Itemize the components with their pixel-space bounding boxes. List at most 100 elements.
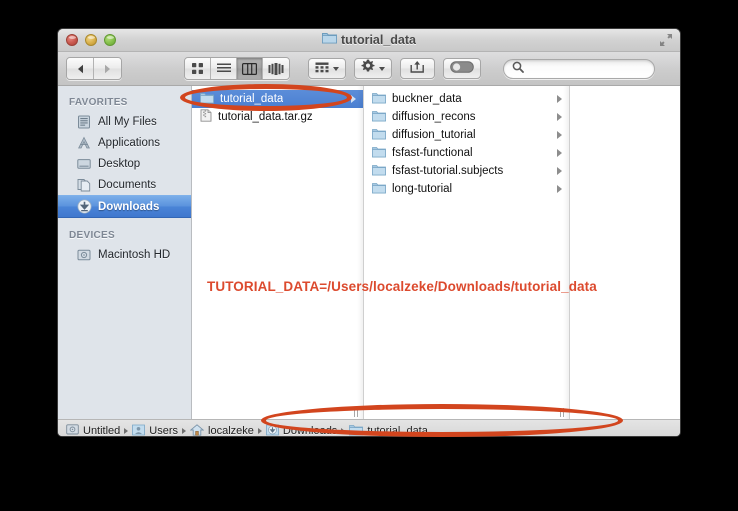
coverflow-view-button[interactable] bbox=[263, 58, 289, 79]
column-resize-handle[interactable] bbox=[354, 408, 361, 417]
sidebar-item-downloads[interactable]: Downloads bbox=[58, 195, 191, 218]
chevron-right-icon bbox=[557, 131, 562, 139]
hard-disk-icon bbox=[66, 423, 79, 436]
breadcrumb-localzeke[interactable]: localzeke bbox=[189, 423, 254, 437]
sidebar-item-applications[interactable]: Applications bbox=[58, 132, 191, 153]
sidebar-item-macintosh-hd[interactable]: Macintosh HD bbox=[58, 244, 191, 265]
chevron-right-icon bbox=[557, 95, 562, 103]
window-titlebar[interactable]: tutorial_data bbox=[58, 29, 680, 52]
window-title: tutorial_data bbox=[58, 29, 680, 51]
path-bar: Untitled Users localzeke Downloads tutor… bbox=[58, 419, 680, 437]
edit-tags-toggle-icon bbox=[450, 60, 474, 78]
folder-icon bbox=[372, 128, 386, 143]
breadcrumb-separator-icon bbox=[257, 428, 262, 434]
hard-disk-icon bbox=[76, 247, 92, 263]
breadcrumb-separator-icon bbox=[341, 428, 346, 434]
file-row-label: buckner_data bbox=[392, 93, 462, 105]
column-view-button[interactable] bbox=[237, 58, 263, 79]
breadcrumb-label: Untitled bbox=[83, 425, 121, 437]
breadcrumb-label: tutorial_data bbox=[367, 425, 428, 437]
view-mode-segmented-control bbox=[184, 57, 290, 80]
breadcrumb-tutorial-data[interactable]: tutorial_data bbox=[349, 424, 428, 437]
chevron-right-icon bbox=[557, 167, 562, 175]
sidebar-section-header-devices: DEVICES bbox=[69, 230, 116, 241]
sidebar: FAVORITES All My Files Applications Desk… bbox=[58, 86, 192, 419]
folder-icon bbox=[200, 92, 214, 107]
sidebar-item-desktop[interactable]: Desktop bbox=[58, 153, 191, 174]
desktop-icon bbox=[76, 156, 92, 172]
file-row-long-tutorial[interactable]: long-tutorial bbox=[364, 180, 569, 198]
breadcrumb-downloads[interactable]: Downloads bbox=[265, 424, 338, 437]
arrange-grid-icon bbox=[315, 60, 329, 78]
icon-view-button[interactable] bbox=[185, 58, 211, 79]
sidebar-item-label: All My Files bbox=[98, 115, 157, 128]
sidebar-item-label: Documents bbox=[98, 178, 157, 191]
window-title-text: tutorial_data bbox=[340, 33, 416, 47]
breadcrumb-label: Users bbox=[149, 425, 179, 437]
column-divider-shadow bbox=[357, 86, 363, 419]
folder-icon bbox=[372, 164, 386, 179]
all-my-files-icon bbox=[76, 114, 92, 130]
users-folder-icon bbox=[132, 424, 146, 437]
folder-icon bbox=[349, 424, 364, 437]
folder-icon bbox=[372, 92, 386, 107]
sidebar-section-header-favorites: FAVORITES bbox=[69, 97, 128, 108]
file-row-fsfast-tutorial-subjects[interactable]: fsfast-tutorial.subjects bbox=[364, 162, 569, 180]
sidebar-item-label: Macintosh HD bbox=[98, 248, 171, 261]
search-field[interactable] bbox=[503, 58, 655, 79]
chevron-down-icon bbox=[379, 66, 385, 71]
column-preview bbox=[570, 86, 680, 419]
arrange-button[interactable] bbox=[308, 58, 346, 79]
file-row-label: diffusion_tutorial bbox=[392, 129, 476, 141]
file-row-label: fsfast-functional bbox=[392, 147, 473, 159]
documents-icon bbox=[76, 177, 92, 193]
file-row-tutorial-data-tar-gz[interactable]: tutorial_data.tar.gz bbox=[192, 108, 363, 126]
file-row-diffusion-tutorial[interactable]: diffusion_tutorial bbox=[364, 126, 569, 144]
chevron-right-icon bbox=[557, 185, 562, 193]
breadcrumb-users[interactable]: Users bbox=[132, 424, 179, 437]
search-icon bbox=[512, 60, 524, 78]
forward-button[interactable] bbox=[94, 58, 121, 79]
breadcrumb-untitled[interactable]: Untitled bbox=[66, 423, 121, 437]
column-resize-handle[interactable] bbox=[560, 408, 567, 417]
sidebar-item-label: Applications bbox=[98, 136, 161, 149]
search-input[interactable] bbox=[524, 62, 646, 75]
folder-icon bbox=[372, 146, 386, 161]
screenshot-root: tutorial_data FAVORITES All My Files App… bbox=[0, 0, 738, 511]
home-folder-icon bbox=[189, 423, 205, 437]
chevron-right-icon bbox=[557, 113, 562, 121]
sidebar-item-all-my-files[interactable]: All My Files bbox=[58, 111, 191, 132]
column-tutorial-data: buckner_data diffusion_recons diffusion_… bbox=[364, 86, 570, 419]
share-button[interactable] bbox=[400, 58, 435, 79]
file-row-label: tutorial_data bbox=[220, 93, 284, 105]
finder-toolbar bbox=[58, 52, 680, 86]
list-view-button[interactable] bbox=[211, 58, 237, 79]
folder-icon bbox=[372, 182, 386, 197]
edit-tags-button[interactable] bbox=[443, 58, 481, 79]
file-row-label: diffusion_recons bbox=[392, 111, 476, 123]
file-row-label: long-tutorial bbox=[392, 183, 453, 195]
sidebar-item-label: Desktop bbox=[98, 157, 141, 170]
column-view: tutorial_data tutorial_data.tar.gz buckn… bbox=[192, 86, 680, 419]
folder-icon bbox=[321, 31, 337, 49]
file-row-label: fsfast-tutorial.subjects bbox=[392, 165, 504, 177]
folder-icon bbox=[372, 110, 386, 125]
finder-window: tutorial_data FAVORITES All My Files App… bbox=[57, 28, 681, 437]
applications-icon bbox=[76, 135, 92, 151]
file-row-fsfast-functional[interactable]: fsfast-functional bbox=[364, 144, 569, 162]
sidebar-item-documents[interactable]: Documents bbox=[58, 174, 191, 195]
file-row-tutorial-data[interactable]: tutorial_data bbox=[192, 90, 363, 108]
file-row-label: tutorial_data.tar.gz bbox=[218, 111, 313, 123]
window-body: FAVORITES All My Files Applications Desk… bbox=[58, 86, 680, 419]
archive-file-icon bbox=[200, 109, 212, 125]
gear-icon bbox=[361, 59, 375, 78]
back-button[interactable] bbox=[67, 58, 94, 79]
breadcrumb-separator-icon bbox=[182, 428, 187, 434]
breadcrumb-label: Downloads bbox=[282, 425, 338, 437]
action-button[interactable] bbox=[354, 58, 392, 79]
file-row-diffusion-recons[interactable]: diffusion_recons bbox=[364, 108, 569, 126]
file-row-buckner-data[interactable]: buckner_data bbox=[364, 90, 569, 108]
column-downloads: tutorial_data tutorial_data.tar.gz bbox=[192, 86, 364, 419]
fullscreen-arrows-icon[interactable] bbox=[659, 33, 673, 47]
chevron-right-icon bbox=[557, 149, 562, 157]
